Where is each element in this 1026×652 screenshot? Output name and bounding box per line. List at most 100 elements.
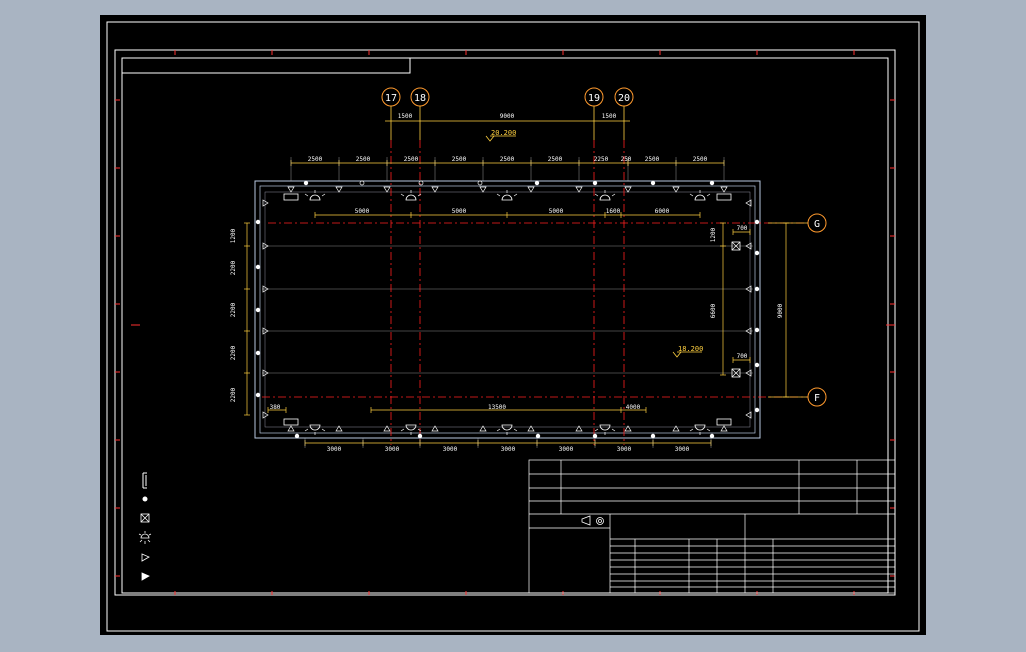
bracket-icon [283,193,299,201]
legend [138,472,152,581]
dot-icon [142,496,148,502]
dim-inner-1: 5000 [355,208,370,215]
dot-icon [417,433,423,439]
dim-left-1: 1200 [230,228,237,243]
floodlight-icon [309,194,321,201]
inner-wall-2 [264,191,751,428]
dim-inner-3: 5000 [549,208,564,215]
fixtures [255,180,760,439]
dim-right-box-bottom: 700 [737,353,748,360]
dim-top-9: 2500 [645,156,660,163]
dim-right-top-offset: 1200 [710,227,717,242]
dot-icon [650,433,656,439]
elevation-top-value: 20.200 [491,129,516,137]
dot-icon [650,180,656,186]
floodlight-icon [501,194,513,201]
top-inner-labels: 5000 5000 5000 1600 6000 [355,208,670,215]
dot-icon [294,433,300,439]
dim-top-axis-2: 9000 [500,113,515,120]
dim-right-overall: 9000 [777,303,784,318]
dim-bottom-3: 3000 [443,446,458,453]
elevation-inner: 18.200 [672,345,703,358]
axis-bubble-20: 20 [614,87,634,107]
triangle-icon [575,186,583,193]
dot-icon [255,219,261,225]
dim-inner-2: 5000 [452,208,467,215]
dot-icon [255,350,261,356]
triangle-icon [287,186,295,193]
dim-top-axis-3: 1500 [602,113,617,120]
triangle-icon [720,186,728,193]
bracket-icon [716,418,732,426]
dot-icon [592,433,598,439]
triangle-icon [262,411,269,419]
dim-top-3: 2500 [404,156,419,163]
axis-bubble-18: 18 [410,87,430,107]
axis-label-18: 18 [414,93,426,104]
axis-bubble-17: 17 [381,87,401,107]
dot-icon [754,286,760,292]
dot-icon [255,307,261,313]
dot-icon [754,219,760,225]
floodlight-icon [405,194,417,201]
elevation-inner-value: 18.200 [678,345,703,353]
axis-label-F: F [814,393,820,404]
axis-label-17: 17 [385,93,397,104]
floodlight-icon [694,424,706,431]
dim-top-10: 2500 [693,156,708,163]
dim-right-span: 6600 [710,303,717,318]
circle-icon [477,180,483,186]
triangle-icon [141,553,150,562]
arrow-icon [141,572,150,581]
bottom-dim-labels: 3000 3000 3000 3000 3000 3000 3000 [327,446,690,453]
dim-bottom-middle: 13500 [488,404,506,411]
axis-bubble-19: 19 [584,87,604,107]
dim-bottom-1: 3000 [327,446,342,453]
top-spacing-labels: 2500 2500 2500 2500 2500 2500 2250 250 2… [308,156,708,163]
floodlight-icon [694,194,706,201]
dim-bottom-2: 3000 [385,446,400,453]
floodlight-icon [309,424,321,431]
triangle-icon [431,186,439,193]
elevation-top: 20.200 [485,129,516,142]
triangle-icon [624,186,632,193]
triangle-icon [383,186,391,193]
projection-symbol-icon [581,515,604,526]
dot-icon [303,180,309,186]
bracket-icon [283,418,299,426]
circle-icon [359,180,365,186]
dot-icon [255,392,261,398]
triangle-icon [479,186,487,193]
dim-left-5: 2200 [230,387,237,402]
dot-icon [709,180,715,186]
axis-label-20: 20 [618,93,630,104]
dot-icon [255,264,261,270]
floodlight-icon [599,194,611,201]
dim-bottom-5: 3000 [559,446,574,453]
axis-bubble-G: G [807,213,827,233]
dim-bottom-offset: 380 [270,404,281,411]
dot-icon [754,327,760,333]
dim-bottom-6: 3000 [617,446,632,453]
dim-top-1: 2500 [308,156,323,163]
bracket-icon [142,472,147,489]
dim-inner-5: 6000 [655,208,670,215]
dim-bottom-7: 3000 [675,446,690,453]
dim-bottom-4: 3000 [501,446,516,453]
dim-top-2: 2500 [356,156,371,163]
dim-right-box-top: 700 [737,225,748,232]
title-strip-box [121,57,411,74]
dot-icon [709,433,715,439]
floodlight-icon [599,424,611,431]
dot-icon [535,433,541,439]
dim-left-3: 2200 [230,302,237,317]
crossbox-icon [140,513,150,523]
dot-icon [754,362,760,368]
axis-label-G: G [814,219,820,230]
left-dim-labels: 1200 2200 2200 2200 2200 [230,228,237,402]
title-block [528,459,896,594]
floodlight-icon [138,531,152,544]
dot-icon [592,180,598,186]
floodlight-icon [501,424,513,431]
dim-left-2: 2200 [230,260,237,275]
